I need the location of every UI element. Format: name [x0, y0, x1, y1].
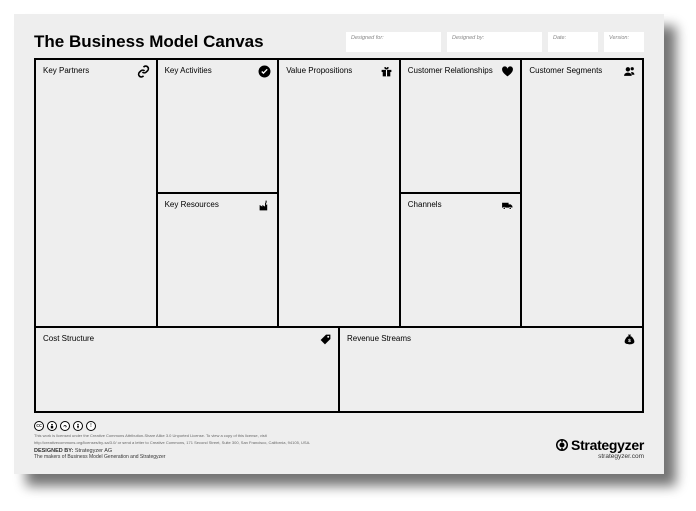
footer: cc ! This work is licensed under the Cre…: [34, 421, 644, 460]
block-key-activities[interactable]: Key Activities: [158, 60, 278, 194]
block-key-partners[interactable]: Key Partners: [36, 60, 156, 326]
block-customer-segments[interactable]: Customer Segments: [522, 60, 642, 326]
block-label: Cost Structure: [43, 334, 331, 343]
block-channels[interactable]: Channels: [401, 194, 521, 326]
block-value-propositions[interactable]: Value Propositions: [279, 60, 399, 326]
block-cost-structure[interactable]: Cost Structure: [36, 328, 340, 412]
checkmark-icon: [258, 65, 271, 78]
cc-license-icons: cc !: [34, 421, 555, 431]
cc-by-icon: [47, 421, 57, 431]
tagline: The makers of Business Model Generation …: [34, 454, 555, 460]
gift-icon: [380, 65, 393, 78]
block-label: Revenue Streams: [347, 334, 635, 343]
svg-text:$: $: [628, 338, 631, 344]
block-label: Key Activities: [165, 66, 271, 75]
cc-nd-icon: [73, 421, 83, 431]
link-icon: [137, 65, 150, 78]
date-field[interactable]: Date:: [548, 32, 598, 52]
header: The Business Model Canvas Designed for: …: [34, 32, 644, 52]
block-key-resources[interactable]: Key Resources: [158, 194, 278, 326]
block-label: Customer Segments: [529, 66, 635, 75]
brand-name: Strategyzer: [571, 437, 644, 453]
canvas-sheet: The Business Model Canvas Designed for: …: [14, 14, 664, 474]
people-icon: [623, 65, 636, 78]
license-text-2: http://creativecommons.org/licenses/by-s…: [34, 441, 334, 446]
license-text-1: This work is licensed under the Creative…: [34, 434, 334, 439]
meta-fields: Designed for: Designed by: Date: Version…: [346, 32, 644, 52]
designed-by-field[interactable]: Designed by:: [447, 32, 542, 52]
money-bag-icon: $: [623, 333, 636, 346]
block-label: Value Propositions: [286, 66, 392, 75]
truck-icon: [501, 199, 514, 212]
brand-logo: Strategyzer: [555, 437, 644, 453]
block-revenue-streams[interactable]: Revenue Streams $: [340, 328, 642, 412]
block-customer-relationships[interactable]: Customer Relationships: [401, 60, 521, 194]
brand-url: strategyzer.com: [555, 453, 644, 460]
page-title: The Business Model Canvas: [34, 32, 264, 52]
block-label: Channels: [408, 200, 514, 209]
brand-mark-icon: [555, 438, 569, 452]
block-label: Key Partners: [43, 66, 149, 75]
bmc-canvas: Key Partners Key Activities Key Resource…: [34, 58, 644, 413]
price-tag-icon: [319, 333, 332, 346]
designed-for-field[interactable]: Designed for:: [346, 32, 441, 52]
heart-icon: [501, 65, 514, 78]
block-label: Key Resources: [165, 200, 271, 209]
cc-extra-icon: !: [86, 421, 96, 431]
cc-icon: cc: [34, 421, 44, 431]
block-label: Customer Relationships: [408, 66, 514, 75]
version-field[interactable]: Version:: [604, 32, 644, 52]
cc-sa-icon: [60, 421, 70, 431]
factory-icon: [258, 199, 271, 212]
